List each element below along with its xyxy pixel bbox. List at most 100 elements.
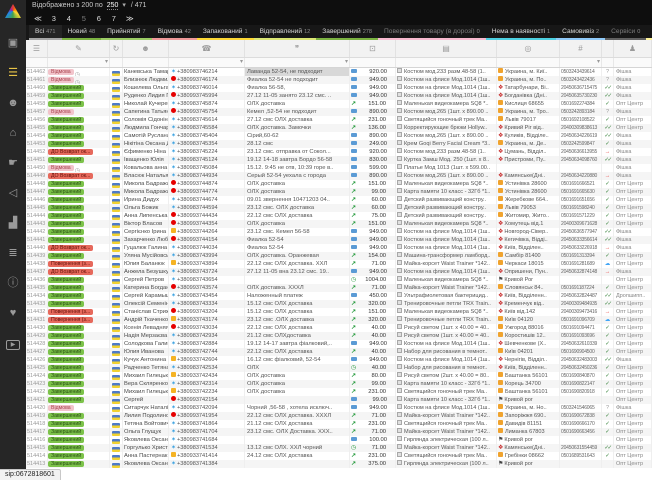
table-row[interactable]: 514419ЗавершенийЛилия Подолинская+380993…	[26, 412, 652, 420]
lifecell-icon	[171, 356, 176, 361]
table-row[interactable]: 514440ДО Возврат ок...Гуцалюк Галина✶+38…	[26, 244, 652, 252]
table-row[interactable]: 514430ЗавершенийКсенія Левадняя+38099374…	[26, 324, 652, 332]
page-button-5[interactable]: 5	[81, 12, 87, 25]
first-page-button[interactable]: ≪	[34, 12, 42, 25]
orders-list-icon[interactable]: ☰	[0, 62, 26, 84]
page-button-4[interactable]: 4	[66, 12, 72, 25]
chevron-down-icon[interactable]: ▾	[122, 2, 126, 9]
column-header-product[interactable]: ▤	[396, 40, 497, 57]
column-header-location[interactable]: ◎	[497, 40, 560, 57]
clients-icon[interactable]: ☻	[0, 92, 26, 114]
settings-icon[interactable]: ≣	[0, 242, 26, 264]
info-icon[interactable]: ⓘ	[0, 272, 26, 294]
table-row[interactable]: 514438Повернення (з...Юлия Баланюк+38093…	[26, 260, 652, 268]
table-row[interactable]: 514435ЗавершенийКатерина Богданова+38099…	[26, 284, 652, 292]
table-row[interactable]: 514422ЗавершенийМихаил Гилецький+3809337…	[26, 388, 652, 396]
table-row[interactable]: 514418ЗавершенийТетяна Войтович✶+3809837…	[26, 420, 652, 428]
table-row[interactable]: 514458ЗавершенийНиколай Кучеренко✶+38098…	[26, 100, 652, 108]
video-icon[interactable]: ▶	[0, 332, 26, 354]
table-row[interactable]: 514460ЗавершенийКошелева Ольга Ар..✶+380…	[26, 84, 652, 92]
table-row[interactable]: 514421ЗавершенийСергей+38099374215499.00…	[26, 396, 652, 404]
column-header-source[interactable]: ♟	[614, 40, 652, 57]
table-row[interactable]: 514416ЗавершенийЯковлева Оксана✶+3809837…	[26, 436, 652, 444]
tab-Завершений[interactable]: Завершений278	[316, 25, 378, 40]
table-row[interactable]: 514443ЗавершенийВіктор Власов+3809937443…	[26, 220, 652, 228]
page-size-value[interactable]: 250	[107, 2, 119, 10]
column-header-track-status[interactable]	[602, 40, 614, 57]
table-row[interactable]: 514423ЗавершенийВера Скляренко✶+38098374…	[26, 380, 652, 388]
tab-Прийнятий[interactable]: Прийнятий7	[101, 25, 152, 40]
table-row[interactable]: 514415ЗавершенийГоргулько Христина..✶+38…	[26, 444, 652, 452]
filter-caret-icon[interactable]: ▾	[105, 58, 108, 67]
table-row[interactable]: 514444ЗавершенийАнна Липенська+380993744…	[26, 212, 652, 220]
table-row[interactable]: 514459ЗавершенийРуденко Лидия Пав..+3809…	[26, 92, 652, 100]
table-row[interactable]: 514428ЗавершенийСолодкова Галина В..✶+38…	[26, 340, 652, 348]
tab-В дорозі додому[interactable]: В дорозі додому0	[646, 25, 652, 40]
table-row[interactable]: 514447ЗавершенийМикола Бадражан+38099374…	[26, 188, 652, 196]
page-button-6[interactable]: 6	[96, 12, 102, 25]
table-row[interactable]: 514432Повернення (з...Станіслав Стрижак+…	[26, 308, 652, 316]
table-row[interactable]: 514450Відмова◷Ковальова анна✶+3809837450…	[26, 164, 652, 172]
column-header-refresh[interactable]: ↻	[110, 40, 123, 57]
column-header-status[interactable]: ✎	[48, 40, 110, 57]
column-header-price[interactable]: ⊡	[350, 40, 396, 57]
table-row[interactable]: 514426ЗавершенийКучук Антонина+380933742…	[26, 356, 652, 364]
table-row[interactable]: 514454ЗавершенийСамотій Руслана Во..✶+38…	[26, 132, 652, 140]
table-row[interactable]: 514437ДО Возврат ок...Анжела Безушку✶+38…	[26, 268, 652, 276]
table-row[interactable]: 514429ЗавершенийНадія Мерзаєва✶+38098374…	[26, 332, 652, 340]
payouts-icon[interactable]: ☛	[0, 152, 26, 174]
tab-Самовивіз[interactable]: Самовивіз2	[556, 25, 605, 40]
stats-icon[interactable]: ▟	[0, 212, 26, 234]
tab-Нема в наявності[interactable]: Нема в наявності1	[486, 25, 556, 40]
tab-Запакований[interactable]: Запакований1	[197, 25, 254, 40]
cell-product: Костюм на флисе Мод.1014 (1ш..	[396, 356, 497, 364]
page-button-3[interactable]: 3	[51, 12, 57, 25]
tab-Всі[interactable]: Всі471	[29, 25, 62, 40]
table-row[interactable]: 514431Повернення (з...Андрій Ткаченко+38…	[26, 316, 652, 324]
column-header-comment[interactable]: ❞	[245, 40, 350, 57]
announce-icon[interactable]: ◁	[0, 182, 26, 204]
table-row[interactable]: 514427ЗавершенийЮлия Иванова✶+3809837427…	[26, 348, 652, 356]
last-page-button[interactable]: ≫	[126, 12, 134, 25]
filter-caret-icon[interactable]: ▾	[345, 58, 348, 67]
column-header-client[interactable]: ☻	[123, 40, 169, 57]
tab-Відправлений[interactable]: Відправлений12	[254, 25, 317, 40]
column-header-tracking[interactable]: #	[560, 40, 602, 57]
table-row[interactable]: 514449ДО Возврат ок...Власюк Наталья✶+38…	[26, 172, 652, 180]
table-row[interactable]: 514461Відмова◷Близнюк Людмила ..+3809937…	[26, 76, 652, 84]
table-row[interactable]: 514462Відмова◷Каневська Тамара ..✶+38098…	[26, 68, 652, 76]
company-icon[interactable]: ⌂	[0, 122, 26, 144]
table-row[interactable]: 514425ЗавершенийРадченко Тетяна✶+3809837…	[26, 364, 652, 372]
table-row[interactable]: 514434ЗавершенийСергей Карамышев✶+380983…	[26, 292, 652, 300]
tab-Повернення товару (в дорозі)[interactable]: Повернення товару (в дорозі)0	[378, 25, 486, 40]
tab-Сервіси[interactable]: Сервіси0	[605, 25, 646, 40]
table-row[interactable]: 514457ВідмоваСапегина Татьяна С..+380993…	[26, 108, 652, 116]
table-row[interactable]: 514441ЗавершенийЗахарченко Люба+38099374…	[26, 236, 652, 244]
table-row[interactable]: 514451ЗавершенийІващенко Юлія✶+380983745…	[26, 156, 652, 164]
column-header-phone[interactable]: ☎	[169, 40, 245, 57]
screen-icon[interactable]: ▣	[0, 32, 26, 54]
table-row[interactable]: 514436ЗавершенийСергей Петров✶+380983743…	[26, 276, 652, 284]
table-row[interactable]: 514455ЗавершенийЛюдмила Гончарова✶+38098…	[26, 124, 652, 132]
filter-caret-icon[interactable]: ▾	[240, 58, 243, 67]
table-row[interactable]: 514445ЗавершенийОльга Божик✶+38098374459…	[26, 204, 652, 212]
tab-Новий[interactable]: Новий48	[62, 25, 102, 40]
table-row[interactable]: 514424ЗавершенийМихаил Гилецький+3809337…	[26, 372, 652, 380]
table-row[interactable]: 514420ВідмоваСитарчук Наталія Гр..✶+3809…	[26, 404, 652, 412]
table-row[interactable]: 514442ЗавершенийСергієнко Ірина Ми..+380…	[26, 228, 652, 236]
table-row[interactable]: 514448ЗавершенийМикола Бадражан+38099374…	[26, 180, 652, 188]
filter-caret-icon[interactable]: ▾	[597, 58, 600, 67]
table-row[interactable]: 514456ЗавершенийСоломія Сідоніна✶+380983…	[26, 116, 652, 124]
page-button-7[interactable]: 7	[111, 12, 117, 25]
table-row[interactable]: 514439ЗавершенийУляна Мусійовська✶+38098…	[26, 252, 652, 260]
table-row[interactable]: 514414ЗавершенийАнна Пастернак+380933741…	[26, 452, 652, 460]
column-header-order-id[interactable]: ☰	[26, 40, 48, 57]
tab-Відмова[interactable]: Відмова42	[152, 25, 197, 40]
table-row[interactable]: 514413ЗавершенийЯковлева Оксана✶+3809837…	[26, 460, 652, 468]
table-row[interactable]: 514433ЗавершенийОлексій Семенін✶+3809837…	[26, 300, 652, 308]
table-row[interactable]: 514446ЗавершенийИрина Дидух✶+38098374467…	[26, 196, 652, 204]
table-row[interactable]: 514417ЗавершенийОльга Глущук✶+3809837417…	[26, 428, 652, 436]
table-row[interactable]: 514453ЗавершенийНікітіна Оксана Дми..✶+3…	[26, 140, 652, 148]
favorites-icon[interactable]: ♥	[0, 302, 26, 324]
table-row[interactable]: 514452ДО Возврат ок...Єфименко Ніна✶+380…	[26, 148, 652, 156]
